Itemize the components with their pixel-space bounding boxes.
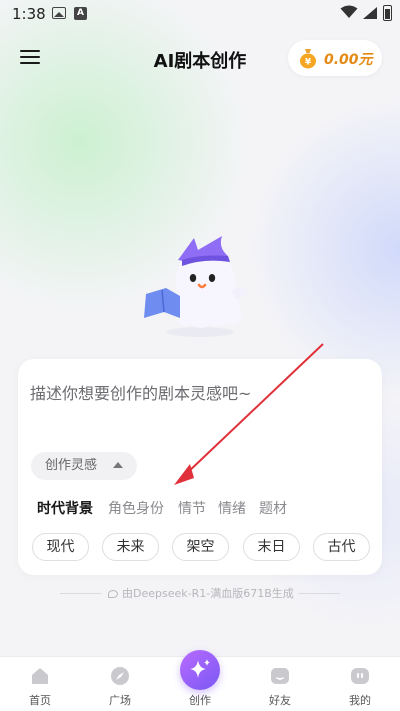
inspiration-toggle[interactable]: 创作灵感 [31, 452, 137, 480]
status-time: 1:38 [12, 5, 46, 23]
gallery-notification-icon [52, 7, 66, 19]
footnote-text: 由Deepseek-R1-满血版671B生成 [122, 587, 294, 600]
home-icon [32, 668, 48, 684]
footnote-divider [60, 593, 102, 594]
chip-fictional[interactable]: 架空 [172, 533, 229, 561]
nav-label: 广场 [109, 694, 131, 707]
nav-label: 我的 [349, 694, 371, 707]
background-glow [0, 0, 400, 711]
app-notification-icon: A [74, 7, 87, 20]
header: AI剧本创作 ¥ 0.00元 [0, 38, 400, 78]
wifi-icon [340, 5, 358, 18]
prompt-input[interactable] [30, 373, 370, 413]
money-bag-icon: ¥ [300, 49, 316, 69]
footnote-divider [298, 593, 340, 594]
ghost-mascot-icon [144, 236, 250, 337]
plaza-icon [111, 667, 129, 685]
chip-modern[interactable]: 现代 [32, 533, 89, 561]
battery-icon [383, 5, 392, 21]
nav-plaza[interactable]: 广场 [95, 665, 145, 708]
leaf-icon [108, 590, 118, 598]
friends-icon [271, 668, 289, 684]
chip-ancient[interactable]: 古代 [313, 533, 370, 561]
profile-icon [351, 668, 369, 684]
tab-theme[interactable]: 题材 [259, 498, 287, 518]
chip-apocalypse[interactable]: 末日 [243, 533, 300, 561]
svg-text:¥: ¥ [305, 58, 312, 68]
model-footnote: 由Deepseek-R1-满血版671B生成 [0, 585, 400, 601]
bottom-nav: 首页 广场 创作 好友 我的 [0, 650, 400, 711]
tab-plot[interactable]: 情节 [178, 498, 206, 518]
signal-icon [363, 7, 377, 19]
nav-friends[interactable]: 好友 [255, 665, 305, 708]
sparkle-icon [190, 659, 210, 678]
footnote-text-wrap: 由Deepseek-R1-满血版671B生成 [108, 585, 294, 601]
wallet-balance-button[interactable]: ¥ 0.00元 [288, 40, 382, 76]
nav-label: 好友 [269, 694, 291, 707]
inspiration-toggle-label: 创作灵感 [45, 458, 98, 473]
annotation-arrow [174, 343, 324, 485]
nav-profile[interactable]: 我的 [335, 665, 385, 708]
chip-future[interactable]: 未来 [102, 533, 159, 561]
create-button[interactable] [180, 650, 220, 690]
chip-row: 现代 未来 架空 末日 古代 [32, 533, 372, 561]
status-bar: 1:38 A [0, 0, 400, 28]
caret-up-icon [113, 462, 123, 468]
nav-label: 创作 [189, 694, 211, 707]
nav-home[interactable]: 首页 [15, 665, 65, 708]
tab-role[interactable]: 角色身份 [108, 498, 164, 518]
tab-era[interactable]: 时代背景 [37, 498, 93, 518]
tab-emotion[interactable]: 情绪 [218, 498, 246, 518]
prompt-card: 创作灵感 时代背景 角色身份 情节 情绪 题材 现代 未来 架空 末日 古代 [18, 359, 382, 575]
nav-label: 首页 [29, 694, 51, 707]
balance-amount: 0.00元 [324, 52, 373, 68]
